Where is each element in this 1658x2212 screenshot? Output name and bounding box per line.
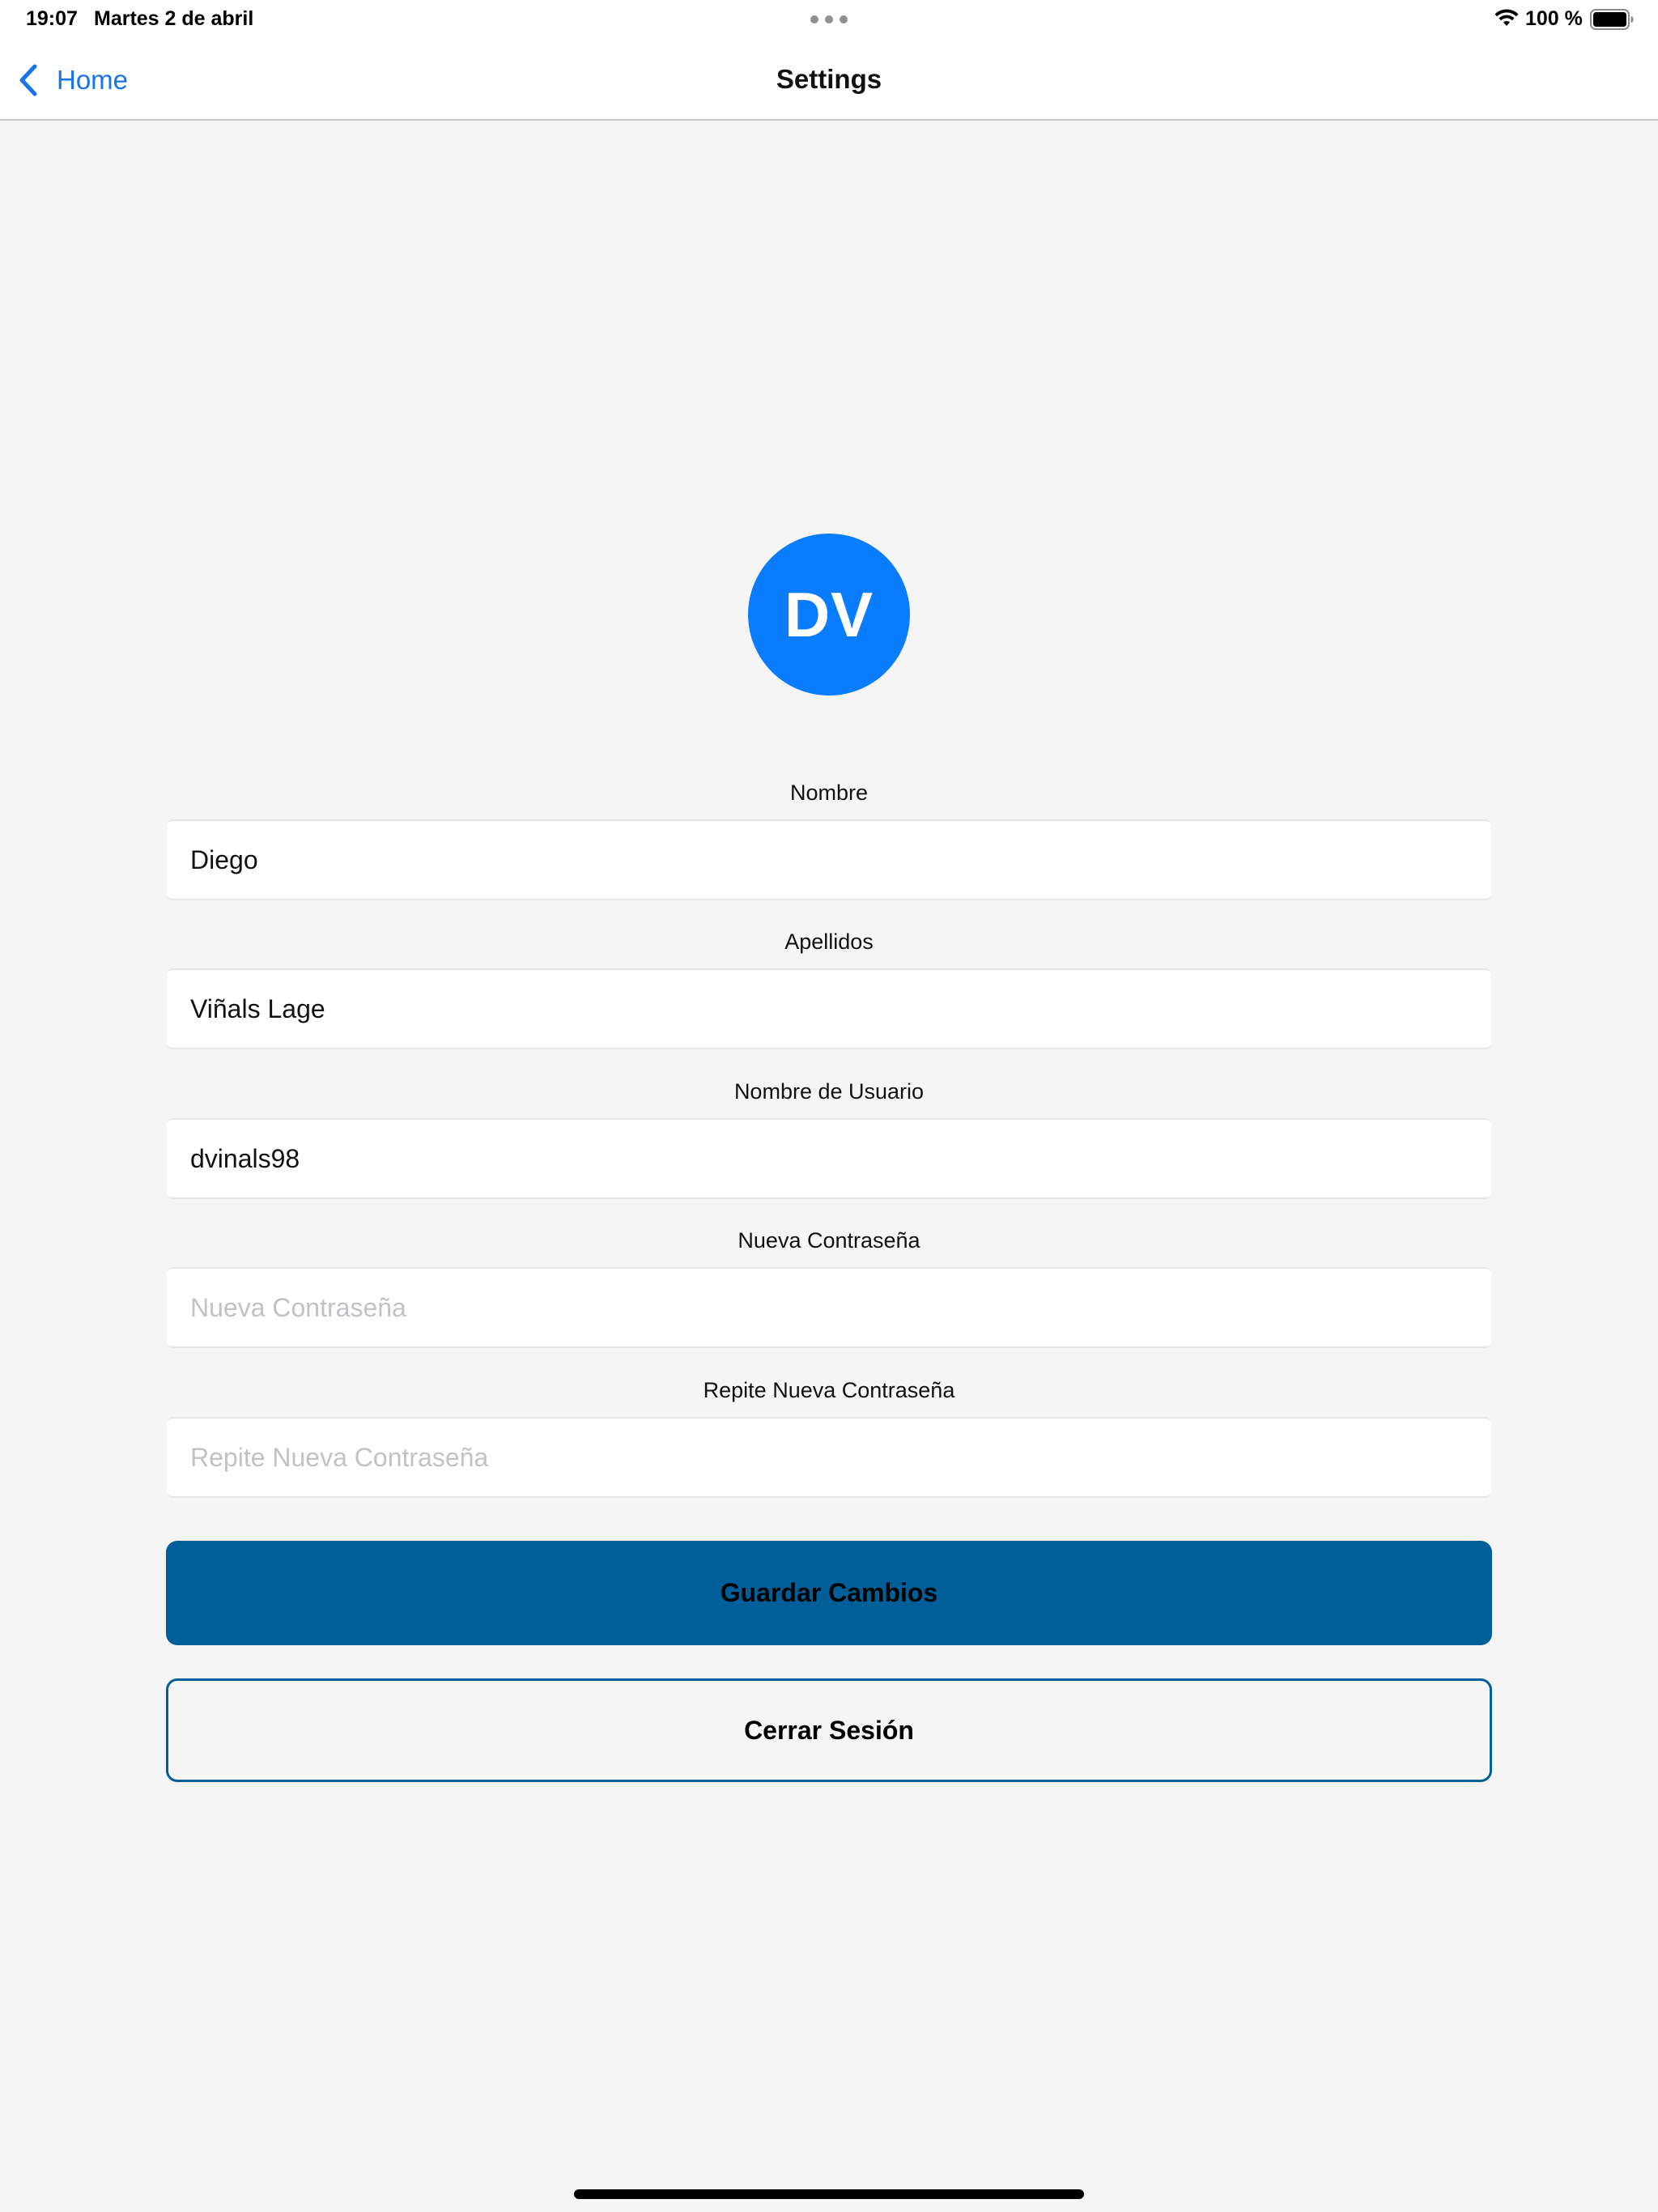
nueva-contrasena-field (167, 1267, 1491, 1348)
top-bar: 19:07 Martes 2 de abril 100 % Home Setti… (0, 0, 1658, 121)
wifi-icon (1494, 9, 1519, 26)
logout-button[interactable]: Cerrar Sesión (166, 1678, 1492, 1782)
multitask-dots-icon[interactable] (810, 15, 848, 23)
apellidos-input[interactable] (167, 970, 1491, 1048)
nombre-field (167, 819, 1491, 900)
nueva-contrasena-input[interactable] (167, 1269, 1491, 1346)
usuario-input[interactable] (167, 1120, 1491, 1197)
apellidos-label: Apellidos (784, 929, 874, 954)
repite-contrasena-label: Repite Nueva Contraseña (703, 1378, 955, 1402)
battery-percent: 100 % (1525, 7, 1583, 30)
repite-contrasena-input[interactable] (167, 1419, 1491, 1496)
nombre-label: Nombre (789, 781, 869, 805)
status-date: Martes 2 de abril (94, 7, 254, 30)
avatar: DV (748, 534, 910, 696)
status-time: 19:07 (26, 7, 78, 30)
usuario-label: Nombre de Usuario (733, 1079, 925, 1104)
repite-contrasena-field (167, 1417, 1491, 1498)
apellidos-field (167, 968, 1491, 1049)
home-indicator[interactable] (574, 2189, 1084, 2199)
nueva-contrasena-label: Nueva Contraseña (738, 1228, 920, 1253)
page-title: Settings (776, 64, 882, 94)
nombre-input[interactable] (167, 821, 1491, 899)
save-button[interactable]: Guardar Cambios (166, 1541, 1492, 1645)
battery-icon (1590, 9, 1634, 30)
avatar-initials: DV (784, 578, 874, 650)
usuario-field (167, 1118, 1491, 1199)
